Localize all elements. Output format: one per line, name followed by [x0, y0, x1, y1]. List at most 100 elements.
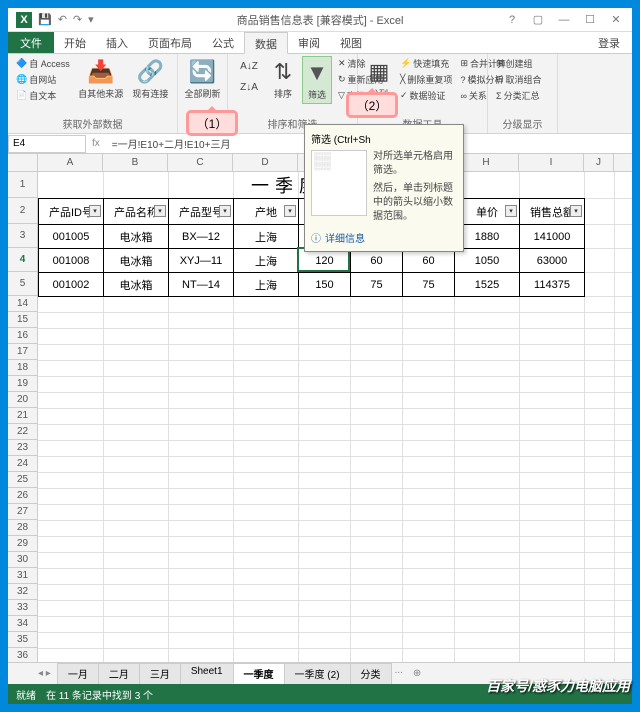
filter-dropdown[interactable]: ▾ [505, 205, 517, 217]
row-header-4[interactable]: 4 [8, 248, 37, 272]
table-cell[interactable]: 150 [299, 273, 351, 297]
tooltip-more-link[interactable]: ⓘ详细信息 [311, 224, 457, 245]
row-header-1[interactable]: 1 [8, 172, 37, 198]
table-cell[interactable]: 1050 [455, 249, 520, 273]
table-header[interactable]: 单价▾ [455, 199, 520, 225]
column-header-I[interactable]: I [519, 154, 584, 171]
help-icon[interactable]: ? [500, 11, 524, 29]
select-all-corner[interactable] [8, 154, 38, 172]
row-header-26[interactable]: 26 [8, 488, 37, 504]
table-cell[interactable]: 001008 [39, 249, 104, 273]
filter-button[interactable]: ▼筛选 [302, 56, 332, 104]
table-cell[interactable]: 1880 [455, 225, 520, 249]
fx-icon[interactable]: fx [86, 138, 106, 149]
table-cell[interactable]: 75 [351, 273, 403, 297]
column-header-B[interactable]: B [103, 154, 168, 171]
table-cell[interactable]: 上海 [234, 225, 299, 249]
sheet-tab[interactable]: 一月 [57, 663, 99, 684]
table-cell[interactable]: 电冰箱 [104, 273, 169, 297]
table-header[interactable]: 产品ID号▾ [39, 199, 104, 225]
tab-review[interactable]: 审阅 [288, 32, 330, 53]
tab-layout[interactable]: 页面布局 [138, 32, 202, 53]
redo-icon[interactable]: ↷ [73, 13, 82, 26]
row-header-36[interactable]: 36 [8, 648, 37, 662]
table-cell[interactable]: XYJ—11 [169, 249, 234, 273]
filter-dropdown[interactable]: ▾ [154, 205, 166, 217]
filter-dropdown[interactable]: ▾ [89, 205, 101, 217]
row-header-28[interactable]: 28 [8, 520, 37, 536]
table-cell[interactable]: NT—14 [169, 273, 234, 297]
tab-file[interactable]: 文件 [8, 32, 54, 53]
login-link[interactable]: 登录 [586, 32, 632, 53]
row-header-19[interactable]: 19 [8, 376, 37, 392]
sort-desc-button[interactable]: Z↓A [234, 77, 264, 97]
column-header-J[interactable]: J [584, 154, 614, 171]
new-sheet-button[interactable]: ⊕ [407, 666, 427, 681]
sheet-nav[interactable]: ◂ ▸ [32, 668, 57, 679]
row-header-33[interactable]: 33 [8, 600, 37, 616]
table-cell[interactable]: 上海 [234, 249, 299, 273]
table-cell[interactable]: 电冰箱 [104, 225, 169, 249]
row-header-21[interactable]: 21 [8, 408, 37, 424]
data-validation-button[interactable]: ✓数据验证 [398, 88, 454, 103]
row-header-20[interactable]: 20 [8, 392, 37, 408]
sort-asc-button[interactable]: A↓Z [234, 56, 264, 76]
table-cell[interactable]: 63000 [520, 249, 585, 273]
table-cell[interactable]: 75 [403, 273, 455, 297]
remove-dup-button[interactable]: ╳删除重复项 [398, 72, 454, 87]
row-header-14[interactable]: 14 [8, 296, 37, 312]
row-header-24[interactable]: 24 [8, 456, 37, 472]
table-header[interactable]: 产品型号▾ [169, 199, 234, 225]
table-cell[interactable]: 电冰箱 [104, 249, 169, 273]
tab-home[interactable]: 开始 [54, 32, 96, 53]
row-header-2[interactable]: 2 [8, 198, 37, 224]
ungroup-button[interactable]: ⊟取消组合 [494, 72, 544, 87]
close-button[interactable]: ✕ [604, 11, 628, 29]
row-header-5[interactable]: 5 [8, 272, 37, 296]
filter-dropdown[interactable]: ▾ [570, 205, 582, 217]
sheet-tab[interactable]: 二月 [98, 663, 140, 684]
sheet-tab[interactable]: 三月 [139, 663, 181, 684]
table-cell[interactable]: 上海 [234, 273, 299, 297]
from-web-button[interactable]: 🌐自网站 [14, 72, 72, 87]
undo-icon[interactable]: ↶ [58, 13, 67, 26]
row-header-17[interactable]: 17 [8, 344, 37, 360]
flash-fill-button[interactable]: ⚡快速填充 [398, 56, 454, 71]
table-cell[interactable]: 1525 [455, 273, 520, 297]
column-header-A[interactable]: A [38, 154, 103, 171]
row-header-16[interactable]: 16 [8, 328, 37, 344]
more-sheets[interactable]: ... [391, 663, 407, 684]
table-cell[interactable]: 141000 [520, 225, 585, 249]
filter-dropdown[interactable]: ▾ [284, 205, 296, 217]
tab-data[interactable]: 数据 [244, 32, 288, 54]
sheet-tab[interactable]: 一季度 (2) [284, 663, 351, 684]
table-cell[interactable]: 001005 [39, 225, 104, 249]
row-header-32[interactable]: 32 [8, 584, 37, 600]
row-header-27[interactable]: 27 [8, 504, 37, 520]
group-button[interactable]: ⊞创建组 [494, 56, 544, 71]
table-cell[interactable]: 001002 [39, 273, 104, 297]
sheet-tab[interactable]: Sheet1 [180, 663, 234, 684]
from-text-button[interactable]: 📄自文本 [14, 88, 72, 103]
from-other-button[interactable]: 📥自其他来源 [76, 56, 126, 102]
tab-formulas[interactable]: 公式 [202, 32, 244, 53]
table-cell[interactable]: 120 [299, 249, 351, 273]
table-cell[interactable]: 114375 [520, 273, 585, 297]
filter-dropdown[interactable]: ▾ [219, 205, 231, 217]
row-header-29[interactable]: 29 [8, 536, 37, 552]
refresh-all-button[interactable]: 🔄全部刷新 [184, 56, 221, 102]
from-access-button[interactable]: 🔷自 Access [14, 56, 72, 71]
row-header-3[interactable]: 3 [8, 224, 37, 248]
sort-button[interactable]: ⇅排序 [268, 56, 298, 102]
row-header-34[interactable]: 34 [8, 616, 37, 632]
row-header-25[interactable]: 25 [8, 472, 37, 488]
row-header-23[interactable]: 23 [8, 440, 37, 456]
row-header-35[interactable]: 35 [8, 632, 37, 648]
table-cell[interactable]: BX—12 [169, 225, 234, 249]
table-cell[interactable]: 60 [351, 249, 403, 273]
save-icon[interactable]: 💾 [38, 13, 52, 26]
qat-customize-icon[interactable]: ▾ [88, 13, 94, 26]
tab-insert[interactable]: 插入 [96, 32, 138, 53]
ribbon-options-icon[interactable]: ▢ [526, 11, 550, 29]
row-header-15[interactable]: 15 [8, 312, 37, 328]
